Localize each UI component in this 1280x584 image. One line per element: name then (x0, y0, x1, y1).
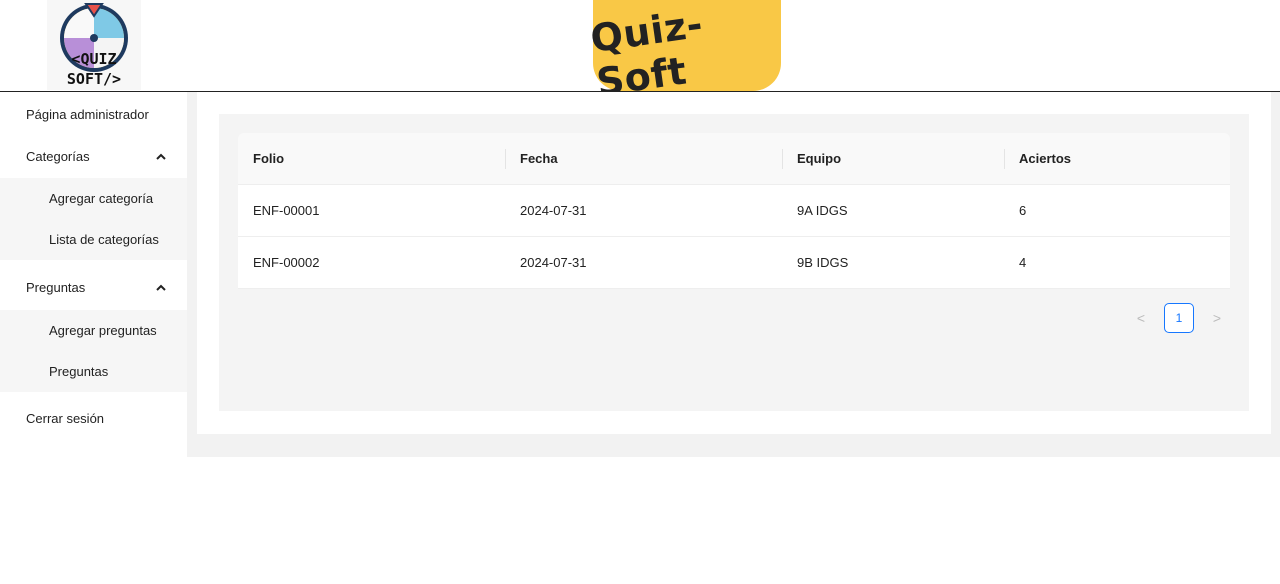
cell-team: 9A IDGS (797, 203, 848, 218)
column-header-date: Fecha (505, 133, 782, 184)
sidebar-item-add-category[interactable]: Agregar categoría (0, 178, 187, 219)
column-header-folio: Folio (253, 151, 285, 166)
submenu-questions: Agregar preguntas Preguntas (0, 310, 187, 392)
brand-title: Quiz-Soft (587, 1, 706, 105)
table-row[interactable]: ENF-00002 2024-07-31 9B IDGS 4 (238, 237, 1230, 289)
prev-page-button[interactable]: < (1126, 303, 1156, 333)
sidebar-item-label: Preguntas (49, 364, 109, 379)
sidebar-item-questions-list[interactable]: Preguntas (0, 351, 187, 392)
sidebar-item-logout[interactable]: Cerrar sesión (0, 398, 187, 438)
chevron-up-icon (155, 281, 167, 293)
sidebar-item-categories[interactable]: Categorías (0, 136, 187, 176)
chevron-up-icon (155, 150, 167, 162)
cell-date: 2024-07-31 (520, 255, 587, 270)
brand-badge: Quiz-Soft (588, 0, 781, 104)
column-header-hits: Aciertos (1004, 133, 1230, 184)
sidebar-item-label: Agregar categoría (49, 191, 154, 206)
cell-team: 9B IDGS (797, 255, 849, 270)
table-row[interactable]: ENF-00001 2024-07-31 9A IDGS 6 (238, 185, 1230, 237)
sidebar-item-label: Preguntas (26, 279, 86, 295)
table-header: Folio Fecha Equipo Aciertos (238, 133, 1230, 185)
cell-hits: 6 (1019, 203, 1027, 218)
page-1-button[interactable]: 1 (1164, 303, 1194, 333)
sidebar-item-label: Agregar preguntas (49, 323, 157, 338)
cell-date: 2024-07-31 (520, 203, 587, 218)
cell-folio: ENF-00002 (253, 255, 320, 270)
svg-text:<QUIZ: <QUIZ (71, 50, 116, 68)
sidebar: Página administrador Categorías Agregar … (0, 92, 187, 457)
sidebar-item-label: Página administrador (26, 106, 149, 122)
chevron-right-icon: > (1212, 310, 1222, 326)
sidebar-item-label: Lista de categorías (49, 232, 159, 247)
cell-hits: 4 (1019, 255, 1027, 270)
sidebar-item-category-list[interactable]: Lista de categorías (0, 219, 187, 260)
next-page-button[interactable]: > (1202, 303, 1232, 333)
sidebar-item-admin-page[interactable]: Página administrador (0, 94, 187, 134)
app-header: <QUIZ SOFT/> Quiz-Soft (0, 0, 1280, 104)
cell-folio: ENF-00001 (253, 203, 320, 218)
app-logo[interactable]: <QUIZ SOFT/> (47, 0, 141, 90)
sidebar-item-add-questions[interactable]: Agregar preguntas (0, 310, 187, 351)
sidebar-item-questions[interactable]: Preguntas (0, 267, 187, 307)
results-table: Folio Fecha Equipo Aciertos ENF-00001 20… (238, 133, 1230, 289)
column-header-team: Equipo (782, 133, 1004, 184)
chevron-left-icon: < (1136, 310, 1146, 326)
submenu-categories: Agregar categoría Lista de categorías (0, 178, 187, 260)
sidebar-item-label: Categorías (26, 148, 90, 164)
quiz-wheel-logo-icon: <QUIZ SOFT/> (60, 3, 128, 88)
pagination: < 1 > (1126, 303, 1232, 333)
sidebar-item-label: Cerrar sesión (26, 410, 105, 426)
svg-text:SOFT/>: SOFT/> (67, 70, 121, 88)
